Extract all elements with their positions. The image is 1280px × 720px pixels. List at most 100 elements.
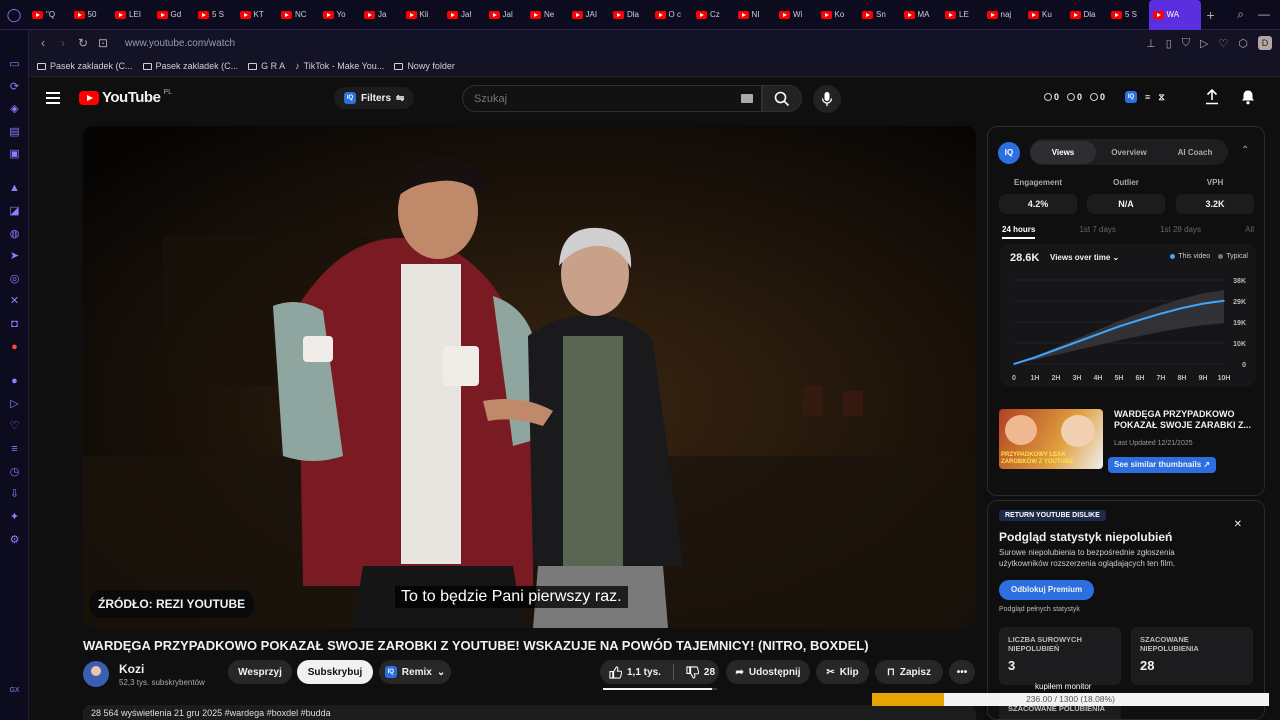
search-button[interactable] bbox=[762, 85, 802, 112]
tab-17[interactable]: NI bbox=[734, 0, 776, 30]
panel-tab-ai-coach[interactable]: AI Coach bbox=[1162, 148, 1228, 157]
tab-14[interactable]: Dla bbox=[609, 0, 651, 30]
tab-13[interactable]: JAI bbox=[568, 0, 610, 30]
tab-18[interactable]: Wi bbox=[775, 0, 817, 30]
clip-button[interactable]: ✂ Klip bbox=[816, 660, 869, 684]
sidebar-youtube-icon[interactable]: ● bbox=[8, 341, 21, 354]
tab-11[interactable]: Jal bbox=[485, 0, 527, 30]
sidebar-heart-icon[interactable]: ♡ bbox=[8, 420, 21, 433]
sidebar-refresh-icon[interactable]: ⟳ bbox=[8, 81, 21, 94]
subscribe-button[interactable]: Subskrybuj bbox=[297, 660, 373, 684]
channel-name[interactable]: Kozi bbox=[119, 662, 144, 676]
sidebar-discord-icon[interactable]: ◘ bbox=[8, 318, 21, 331]
tab-12[interactable]: Ne bbox=[526, 0, 568, 30]
tab-26[interactable]: 5 S bbox=[1107, 0, 1149, 30]
save-button[interactable]: ⊓ Zapisz bbox=[875, 660, 943, 684]
full-stats-link[interactable]: Podgląd pełnych statystyk bbox=[999, 606, 1080, 613]
heart-icon[interactable]: ♡ bbox=[1219, 37, 1229, 50]
share-button[interactable]: ➦ Udostępnij bbox=[726, 660, 810, 684]
reload-icon[interactable]: ↻ bbox=[73, 36, 93, 50]
sidebar-play-icon[interactable]: ▷ bbox=[8, 398, 21, 411]
more-actions-button[interactable]: ••• bbox=[949, 660, 975, 684]
url-field[interactable]: www.youtube.com/watch bbox=[125, 38, 235, 49]
tab-21[interactable]: MA bbox=[900, 0, 942, 30]
stat-views[interactable]: 0 bbox=[1067, 92, 1082, 102]
see-similar-button[interactable]: See similar thumbnails ↗ bbox=[1108, 457, 1217, 473]
tab-19[interactable]: Ko bbox=[817, 0, 859, 30]
tab-15[interactable]: O c bbox=[651, 0, 693, 30]
video-player[interactable]: ŹRÓDŁO: REZI YOUTUBE To to będzie Pani p… bbox=[83, 126, 976, 628]
sidebar-instagram-icon[interactable]: ◎ bbox=[8, 273, 21, 286]
bookmark-item[interactable]: Pasek zakladek (C... bbox=[142, 61, 238, 71]
stat-score[interactable]: 0 bbox=[1090, 92, 1105, 102]
browser-logo-icon[interactable]: ◯ bbox=[0, 0, 28, 30]
sidebar-wallet-icon[interactable]: ▤ bbox=[8, 126, 21, 139]
bookmark-item[interactable]: Pasek zakladek (C... bbox=[37, 61, 133, 71]
voice-search-button[interactable] bbox=[813, 85, 841, 113]
stat-time[interactable]: 0 bbox=[1044, 92, 1059, 102]
tab-25[interactable]: Dla bbox=[1066, 0, 1108, 30]
similar-title[interactable]: WARDĘGA PRZYPADKOWO POKAZAŁ SWOJE ZARABK… bbox=[1114, 409, 1256, 431]
flask-icon[interactable]: ⧖ bbox=[1158, 92, 1164, 103]
sidebar-ai-icon[interactable]: ● bbox=[8, 375, 21, 388]
sidebar-twitch-icon[interactable]: ◪ bbox=[8, 205, 21, 218]
new-tab-button[interactable]: + bbox=[1201, 7, 1221, 23]
bookmark-item[interactable]: ♪ TikTok - Make You... bbox=[295, 61, 384, 71]
cube-icon[interactable]: ⬡ bbox=[1238, 37, 1248, 50]
list-icon[interactable]: ≡ bbox=[1145, 92, 1150, 102]
sidebar-messenger-icon[interactable]: ◍ bbox=[8, 228, 21, 241]
close-icon[interactable]: ✕ bbox=[1234, 519, 1242, 530]
description-box[interactable]: 28 564 wyświetlenia 21 gru 2025 #wardega… bbox=[83, 705, 976, 720]
menu-icon[interactable] bbox=[46, 92, 60, 104]
tab-0[interactable]: "Q bbox=[28, 0, 70, 30]
tab-5[interactable]: KT bbox=[236, 0, 278, 30]
like-button[interactable]: 1,1 tys. bbox=[609, 665, 661, 679]
youtube-logo[interactable]: YouTube PL bbox=[79, 89, 172, 106]
collapse-icon[interactable]: ⌃ bbox=[1241, 145, 1249, 156]
pin-icon[interactable]: ⊥ bbox=[1146, 37, 1156, 50]
tab-10[interactable]: Jal bbox=[443, 0, 485, 30]
shield-icon[interactable]: ⛉ bbox=[1182, 37, 1190, 50]
bookmark-item[interactable]: Nowy folder bbox=[394, 61, 455, 71]
sidebar-m-icon[interactable]: ▣ bbox=[8, 148, 21, 161]
sidebar-telegram-icon[interactable]: ➤ bbox=[8, 250, 21, 263]
vidiq-icon[interactable]: IQ bbox=[1125, 91, 1138, 103]
sidebar-extensions-icon[interactable]: ✦ bbox=[8, 511, 21, 524]
keyboard-icon[interactable] bbox=[741, 94, 753, 103]
tab-23[interactable]: naj bbox=[983, 0, 1025, 30]
dislike-button[interactable]: 28 bbox=[686, 665, 715, 679]
range-tab-0[interactable]: 24 hours bbox=[1002, 225, 1036, 239]
tab-8[interactable]: Ja bbox=[360, 0, 402, 30]
sidebar-x-icon[interactable]: ✕ bbox=[8, 295, 21, 308]
channel-avatar[interactable] bbox=[83, 661, 109, 687]
upload-icon[interactable] bbox=[1205, 89, 1219, 105]
back-icon[interactable]: ‹ bbox=[33, 36, 53, 50]
remix-button[interactable]: IQ Remix ⌄ bbox=[379, 660, 451, 684]
tab-2[interactable]: LEI bbox=[111, 0, 153, 30]
search-input[interactable] bbox=[463, 86, 723, 111]
bookmark-item[interactable]: G R A bbox=[248, 61, 285, 71]
tab-1[interactable]: 50 bbox=[70, 0, 112, 30]
unlock-premium-button[interactable]: Odblokuj Premium bbox=[999, 580, 1095, 600]
tab-7[interactable]: Yo bbox=[319, 0, 361, 30]
forward-icon[interactable]: › bbox=[53, 36, 73, 50]
filters-button[interactable]: IQ Filters ⇋ bbox=[334, 87, 415, 109]
similar-thumbnail[interactable]: PRZYPADKOWY LEAK ZAROBKÓW Z YOUTUBE bbox=[999, 409, 1103, 469]
range-tab-2[interactable]: 1st 28 days bbox=[1160, 225, 1201, 239]
sidebar-download-icon[interactable]: ⇩ bbox=[8, 488, 21, 501]
sidebar-bag-icon[interactable]: ◈ bbox=[8, 103, 21, 116]
range-tab-1[interactable]: 1st 7 days bbox=[1079, 225, 1115, 239]
tab-active[interactable]: WA bbox=[1148, 0, 1201, 30]
search-tabs-icon[interactable]: ⌕ bbox=[1237, 7, 1244, 22]
sidebar-list-icon[interactable]: ≡ bbox=[8, 443, 21, 456]
tab-16[interactable]: Cz bbox=[692, 0, 734, 30]
send-icon[interactable]: ▷ bbox=[1200, 37, 1208, 50]
sidebar-history-icon[interactable]: ◷ bbox=[8, 466, 21, 479]
range-tab-3[interactable]: All bbox=[1245, 225, 1254, 239]
tab-24[interactable]: Ku bbox=[1024, 0, 1066, 30]
notifications-icon[interactable] bbox=[1241, 89, 1255, 105]
sidebar-mail-icon[interactable]: ▭ bbox=[8, 58, 21, 71]
support-button[interactable]: Wesprzyj bbox=[228, 660, 292, 684]
panel-tab-views[interactable]: Views bbox=[1030, 140, 1096, 164]
tab-6[interactable]: NC bbox=[277, 0, 319, 30]
